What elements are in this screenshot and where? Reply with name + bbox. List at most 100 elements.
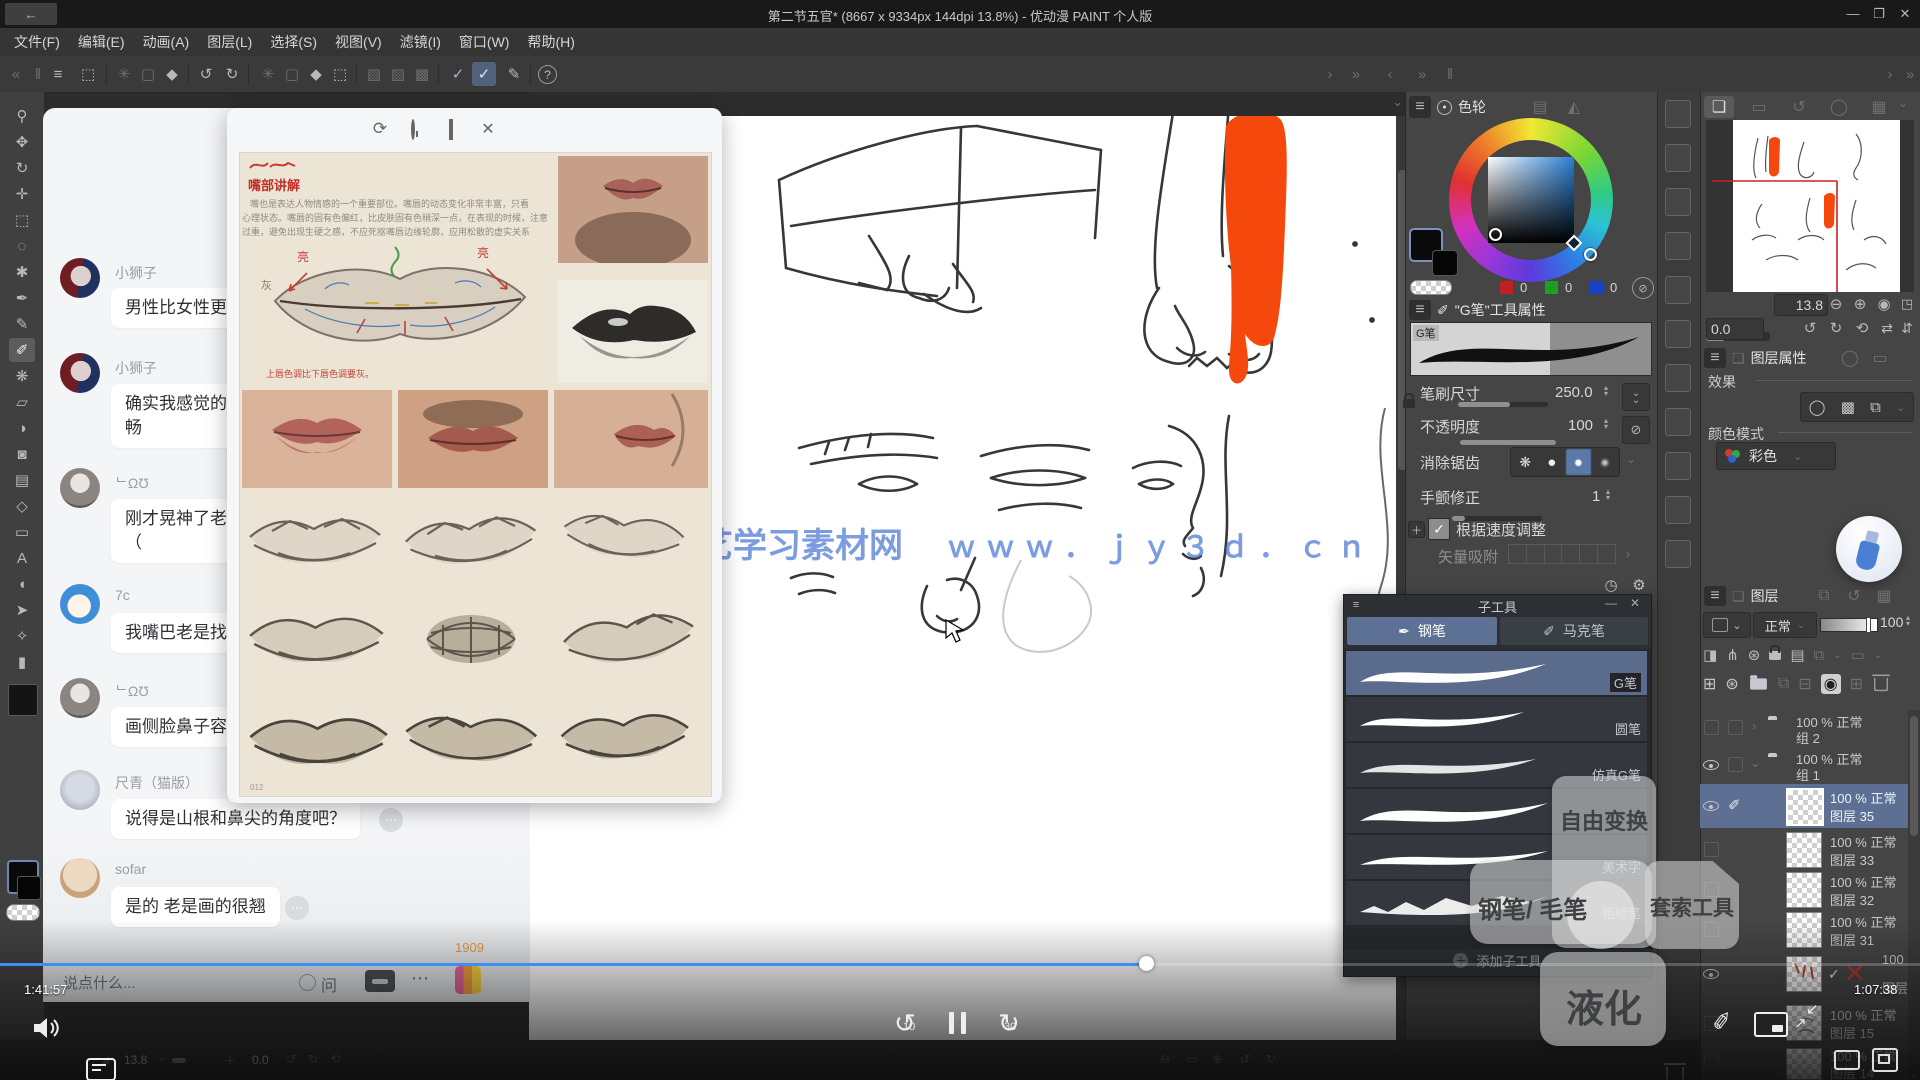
layerprop-tab3-icon[interactable]: ▭ — [1868, 347, 1892, 369]
pen-brush-button[interactable]: 钢笔/ 毛笔 — [1478, 890, 1587, 925]
pager3-icon[interactable]: ‹ — [1378, 62, 1402, 86]
speed-checkbox[interactable]: ✓ — [1428, 518, 1450, 540]
snap1-icon[interactable]: ✓ — [446, 62, 470, 86]
panel-shortcut-icon[interactable] — [1665, 100, 1691, 128]
pencil-tool[interactable]: ✎ — [9, 312, 35, 336]
flag-dd1-icon[interactable]: ⌄ — [1833, 650, 1841, 661]
tab-more-icon[interactable]: ▦ — [1864, 96, 1894, 118]
size-effect-button[interactable]: ⌄⌄ — [1622, 383, 1650, 411]
color-mode-dropdown[interactable]: 彩色 ⌄ — [1716, 442, 1836, 470]
effect-layercolor-icon[interactable]: ⧉ — [1870, 399, 1881, 416]
vector-snap-arrow-icon[interactable]: › — [1626, 546, 1630, 561]
sub-color-swatch[interactable] — [1432, 250, 1458, 276]
web-fullscreen-icon[interactable] — [1834, 1050, 1860, 1070]
zoom-in-icon[interactable]: ⊕ — [1850, 294, 1870, 314]
panel-shortcut-icon[interactable] — [1665, 232, 1691, 260]
opacity-effect-button[interactable]: ⊘ — [1622, 416, 1650, 444]
rotate-reset-icon[interactable]: ⟲ — [1852, 318, 1872, 338]
effect-tone-icon[interactable]: ▩ — [1841, 398, 1855, 416]
layer-opacity-value[interactable]: 100 — [1880, 614, 1903, 630]
pause-button[interactable] — [949, 1012, 966, 1034]
menu-window[interactable]: 窗口(W) — [459, 32, 510, 52]
subtool-item-round[interactable]: 圆笔 — [1346, 697, 1647, 741]
crop2-icon[interactable]: ⬚ — [328, 62, 352, 86]
panel-shortcut-icon[interactable] — [1665, 408, 1691, 436]
reference-layer-icon[interactable]: ⊛ — [1748, 646, 1761, 664]
avatar[interactable] — [60, 770, 100, 810]
hue-cursor[interactable] — [1584, 248, 1597, 261]
aa-strong-button[interactable]: ● — [1593, 449, 1618, 475]
tab-color-wheel[interactable]: ● 色轮 — [1437, 96, 1486, 118]
panel-shortcut-icon[interactable] — [1665, 540, 1691, 568]
hand-tool[interactable]: ✥ — [9, 130, 35, 154]
select-shrink-icon[interactable]: ▨ — [386, 62, 410, 86]
undo-icon[interactable]: ↺ — [194, 62, 218, 86]
menu-animation[interactable]: 动画(A) — [143, 32, 190, 52]
message-more-button[interactable]: ⋯ — [285, 896, 309, 920]
gradient-tool[interactable]: ▤ — [9, 468, 35, 492]
layer-row-33[interactable]: 100 % 正常 图层 33 — [1700, 830, 1920, 870]
panel-shortcut-icon[interactable] — [1665, 496, 1691, 524]
layer-row-35-selected[interactable]: ✐ 100 % 正常 图层 35 — [1700, 784, 1920, 828]
tab-navigator-icon[interactable]: ❏ — [1704, 96, 1734, 118]
nav-angle-value[interactable]: 0.0 — [1706, 318, 1764, 340]
clip-layer-icon[interactable]: ◨ — [1703, 646, 1717, 664]
pager7-icon[interactable]: » — [1898, 62, 1920, 86]
operation-tool[interactable]: ➤ — [9, 598, 35, 622]
aa-weak-button[interactable]: ● — [1540, 449, 1565, 475]
navigator-collapse-icon[interactable]: ⌄ — [1898, 96, 1908, 110]
shrink-icon-se[interactable]: ↗ — [1794, 1014, 1807, 1032]
select-rect-icon[interactable]: ▧ — [362, 62, 386, 86]
expand-icon[interactable]: › — [1752, 718, 1756, 733]
panel-shortcut-icon[interactable] — [1665, 276, 1691, 304]
menu-help[interactable]: 帮助(H) — [527, 32, 574, 52]
lasso-tool[interactable]: ◌ — [9, 234, 35, 258]
blend-tool[interactable]: ◑ — [9, 416, 35, 440]
brush-preview[interactable]: G笔 — [1410, 322, 1652, 376]
visibility-box[interactable] — [1704, 842, 1719, 857]
opacity-stepper[interactable]: ▴▾ — [1604, 418, 1608, 430]
hamburger-icon[interactable]: ≡ — [46, 62, 70, 86]
speed-expand-icon[interactable]: ＋ — [1408, 521, 1425, 538]
menu-select[interactable]: 选择(S) — [270, 32, 317, 52]
panel-shortcut-icon[interactable] — [1665, 320, 1691, 348]
avatar[interactable] — [60, 858, 100, 898]
snap3-icon[interactable]: ✎ — [502, 62, 526, 86]
redo-icon[interactable]: ↻ — [220, 62, 244, 86]
layers-tab2-icon[interactable]: ⧉ — [1812, 585, 1836, 607]
solid-square-tool[interactable] — [8, 684, 38, 716]
avatar[interactable] — [60, 584, 100, 624]
brush-tool[interactable]: ✐ — [9, 338, 35, 362]
droplet-icon[interactable]: ◆ — [160, 62, 184, 86]
draft-icon[interactable]: ⧉ — [1814, 647, 1825, 664]
merge-down-icon[interactable]: ⊟ — [1798, 674, 1811, 694]
minimize-button[interactable]: — — [1844, 6, 1862, 21]
video-progress-bar[interactable] — [0, 963, 1920, 966]
visibility-box[interactable] — [1704, 720, 1719, 735]
brush-size-slider[interactable] — [1458, 402, 1548, 407]
layer-thumbnail[interactable] — [1786, 872, 1822, 908]
layer-mask-icon[interactable]: ◉ — [1821, 674, 1841, 694]
menu-filter[interactable]: 滤镜(I) — [400, 32, 441, 52]
tab-layers[interactable]: ❏ 图层 — [1732, 585, 1779, 607]
new-vector-layer-icon[interactable]: ⊛ — [1725, 674, 1738, 694]
player-pencil-icon[interactable]: ✐ — [1710, 1007, 1734, 1039]
rotate-ccw-icon[interactable]: ↺ — [1800, 318, 1820, 338]
snap2-icon[interactable]: ✓ — [472, 62, 496, 86]
select-grow-icon[interactable]: ▩ — [410, 62, 434, 86]
zoom-tool[interactable]: ⚲ — [9, 104, 35, 128]
color-mix-icon[interactable]: ⊘ — [1632, 277, 1654, 299]
flip-h-icon[interactable]: ⇄ — [1878, 318, 1896, 338]
toolprop-menu-icon[interactable]: ≡ — [1409, 300, 1431, 320]
collapse-icon[interactable]: « — [4, 62, 28, 86]
close-window-icon[interactable]: ✕ — [477, 118, 499, 140]
move-tool[interactable]: ✛ — [9, 182, 35, 206]
avatar[interactable] — [60, 468, 100, 508]
apply-mask-icon[interactable]: ⊞ — [1850, 674, 1863, 694]
help-icon[interactable]: ? — [538, 65, 557, 84]
rotate-view-tool[interactable]: ↻ — [9, 156, 35, 180]
layer-thumbnail[interactable] — [1786, 788, 1824, 826]
pick-box[interactable] — [1728, 757, 1743, 772]
ruler-icon[interactable]: ⋔ — [1726, 646, 1739, 664]
tab-color-slider-icon[interactable]: ▤ — [1528, 96, 1552, 118]
